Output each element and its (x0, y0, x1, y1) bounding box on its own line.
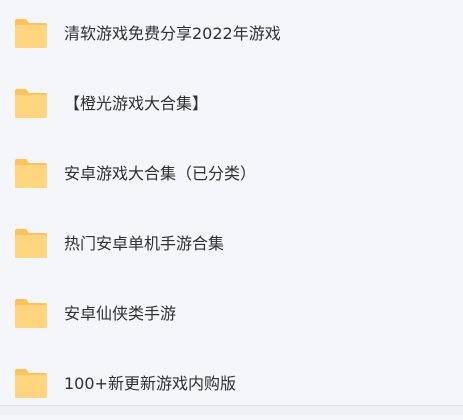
file-name: 安卓仙侠类手游 (64, 304, 177, 323)
folder-icon (13, 157, 49, 190)
file-item-android-games-collection[interactable]: 安卓游戏大合集（已分类） (0, 140, 463, 210)
file-item-android-xianxia-games[interactable]: 安卓仙侠类手游 (0, 280, 463, 350)
file-item-chengguang-games[interactable]: 【橙光游戏大合集】 (0, 70, 463, 140)
folder-icon (13, 367, 49, 400)
folder-icon (13, 87, 49, 120)
folder-icon (13, 297, 49, 330)
file-name: 【橙光游戏大合集】 (64, 94, 209, 113)
file-item-popular-android-games[interactable]: 热门安卓单机手游合集 (0, 210, 463, 280)
file-name: 热门安卓单机手游合集 (64, 234, 225, 253)
file-item-qingruan-games[interactable]: 清软游戏免费分享2022年游戏 (0, 0, 463, 70)
file-name: 安卓游戏大合集（已分类） (64, 164, 257, 183)
file-name: 100+新更新游戏内购版 (64, 374, 236, 393)
file-list: 清软游戏免费分享2022年游戏 【橙光游戏大合集】 安卓游戏大合集（已分类） 热… (0, 0, 463, 405)
file-name: 清软游戏免费分享2022年游戏 (64, 24, 281, 43)
folder-icon (13, 17, 49, 50)
folder-icon (13, 227, 49, 260)
bottom-divider (0, 405, 463, 415)
